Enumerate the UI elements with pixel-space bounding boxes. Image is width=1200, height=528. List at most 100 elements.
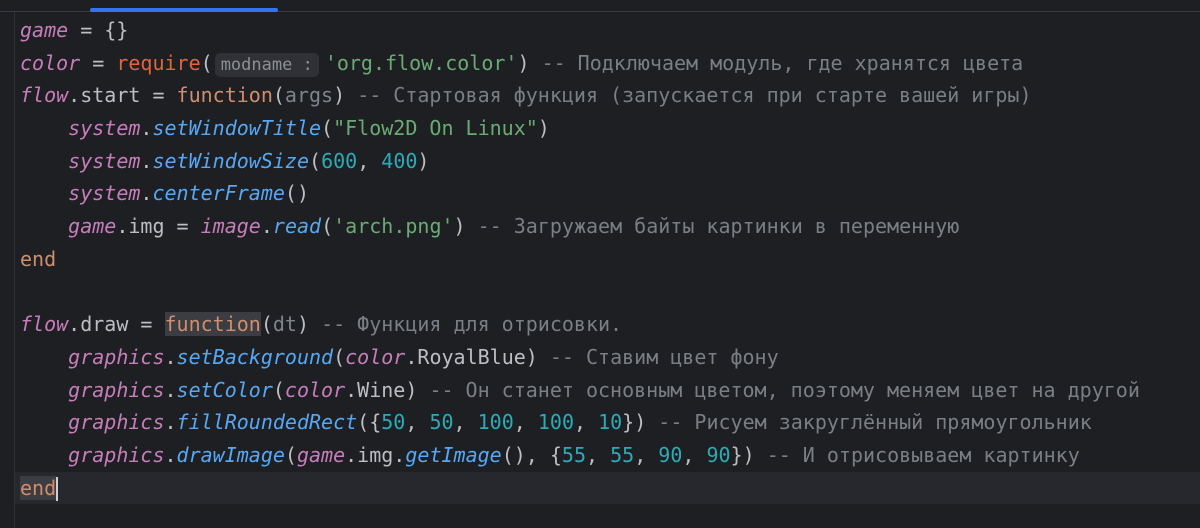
code-token: 55 (561, 442, 586, 467)
code-token: ) (333, 83, 358, 108)
code-token: () (284, 181, 310, 206)
code-token: args (284, 83, 334, 108)
code-line[interactable]: system.centerFrame() (20, 177, 1200, 210)
code-token: , (573, 410, 599, 435)
code-token: .draw = (68, 312, 165, 337)
code-token: , (682, 442, 707, 467)
code-line[interactable]: flow.start = function(args) -- Стартовая… (20, 79, 1200, 112)
code-token: ( (321, 214, 334, 239)
code-token: -- Он станет основным цветом, поэтому ме… (429, 377, 1140, 402)
code-token: ) (453, 214, 478, 239)
code-token: = {} (68, 18, 129, 42)
code-line[interactable]: graphics.drawImage(game.img.getImage(), … (20, 439, 1200, 472)
code-token: }) (622, 410, 659, 435)
code-token: 50 (381, 410, 406, 435)
code-token: end (20, 475, 57, 500)
code-token: . (164, 442, 177, 467)
code-line[interactable]: color = require(modname :'org.flow.color… (20, 47, 1200, 80)
code-token: , (357, 148, 382, 173)
code-token: setWindowTitle (152, 116, 322, 141)
code-token: color (284, 377, 346, 402)
code-token: flow (20, 312, 69, 337)
code-line[interactable]: graphics.setBackground(color.RoyalBlue) … (20, 341, 1200, 374)
code-token: ) (517, 50, 542, 75)
code-token: setColor (176, 377, 273, 402)
code-token: 90 (658, 442, 683, 467)
code-token: graphics (68, 442, 165, 467)
code-token: game (68, 214, 117, 239)
code-token: }) (730, 442, 767, 467)
code-editor[interactable]: game = {} color = require(modname :'org.f… (15, 14, 1200, 505)
code-token: system (68, 148, 141, 173)
code-token: , (453, 410, 478, 435)
gutter-divider (14, 12, 15, 528)
code-line[interactable] (20, 276, 1200, 309)
code-token: -- Стартовая функция (запускается при ст… (357, 83, 1032, 108)
code-token: 50 (429, 410, 454, 435)
code-token: 10 (598, 410, 623, 435)
code-line[interactable]: game.img = image.read('arch.png') -- Заг… (20, 210, 1200, 243)
text-caret (56, 477, 59, 502)
active-tab-indicator[interactable] (90, 8, 278, 12)
code-token: ({ (357, 410, 382, 435)
code-token: require (116, 50, 201, 75)
code-token: . (140, 148, 153, 173)
code-token: "Flow2D On Linux" (333, 116, 538, 141)
code-token: . (260, 214, 273, 239)
code-token: ( (284, 442, 297, 467)
code-token: -- И отрисовываем картинку (766, 442, 1080, 467)
code-token: ) (537, 116, 550, 141)
code-token: , (513, 410, 538, 435)
code-token: -- Функция для отрисовки. (321, 312, 623, 337)
code-token: system (68, 116, 141, 141)
code-line[interactable]: end (15, 471, 1200, 505)
code-token: -- Загружаем байты картинки в переменную (477, 214, 960, 239)
code-token: 600 (321, 148, 358, 173)
code-token: 55 (610, 442, 635, 467)
code-token: ) (417, 148, 430, 173)
code-token: .img = (116, 214, 201, 239)
code-line[interactable]: system.setWindowTitle("Flow2D On Linux") (20, 112, 1200, 145)
code-token: ) (296, 312, 322, 337)
code-line[interactable]: system.setWindowSize(600, 400) (20, 145, 1200, 178)
code-token: ( (272, 377, 285, 402)
code-token: function (164, 312, 261, 337)
code-token: game (296, 442, 346, 467)
code-token: , (405, 410, 430, 435)
code-token: .img. (345, 442, 406, 467)
code-token: ( (309, 148, 322, 173)
code-token: . (164, 344, 177, 369)
code-line[interactable]: game = {} (20, 14, 1200, 47)
code-line[interactable]: flow.draw = function(dt) -- Функция для … (20, 308, 1200, 341)
code-token: game (20, 18, 69, 42)
code-line[interactable]: end (20, 243, 1200, 276)
code-token: -- Ставим цвет фону (549, 344, 779, 369)
code-line[interactable]: graphics.setColor(color.Wine) -- Он стан… (20, 374, 1200, 407)
code-token: ( (200, 50, 213, 75)
code-token: 90 (706, 442, 731, 467)
code-token: -- Подключаем модуль, где хранятся цвета (541, 50, 1024, 75)
code-token: , (586, 442, 611, 467)
code-token: .Wine) (345, 377, 430, 402)
code-token: graphics (68, 377, 165, 402)
code-token: 'arch.png' (333, 214, 454, 239)
code-token: . (140, 116, 153, 141)
code-token: . (164, 410, 177, 435)
code-line[interactable]: graphics.fillRoundedRect({50, 50, 100, 1… (20, 406, 1200, 439)
code-token: flow (20, 83, 69, 108)
code-token: dt (272, 312, 297, 337)
code-token: end (20, 246, 57, 271)
code-token: graphics (68, 410, 165, 435)
code-token: 'org.flow.color' (324, 50, 518, 75)
code-token: image (200, 214, 261, 239)
code-token: ( (333, 344, 346, 369)
code-token: (), { (501, 442, 562, 467)
code-token: drawImage (176, 442, 285, 467)
